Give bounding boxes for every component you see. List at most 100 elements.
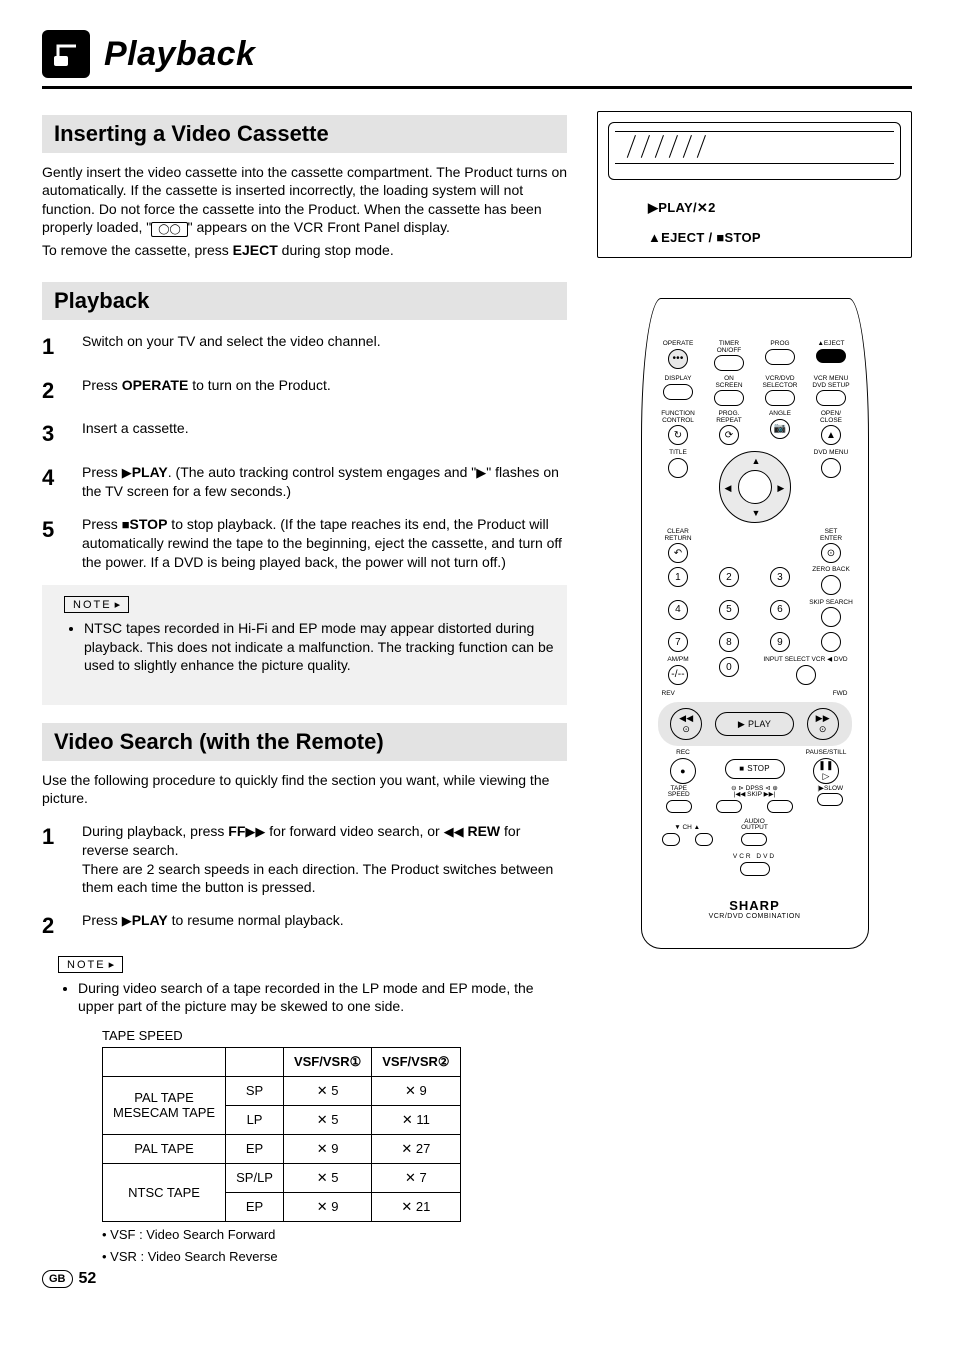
title-label: TITLE <box>656 450 701 457</box>
inserting-cassette-paragraph: Gently insert the video cassette into th… <box>42 163 567 237</box>
eject-label: EJECT <box>233 242 278 258</box>
set-enter-button: ⊙ <box>821 543 841 563</box>
table-cell: SP <box>226 1076 284 1105</box>
tape-speed-button <box>666 800 692 813</box>
ch-up-button <box>695 833 713 846</box>
table-cell: NTSC TAPE <box>103 1163 226 1221</box>
digit-0-button: 0 <box>719 657 739 677</box>
tape-speed-label: TAPE SPEED <box>656 786 703 799</box>
fwd-button: ▶▶⊙ <box>807 708 839 740</box>
video-search-steps: 1 During playback, press FF▶▶ for forwar… <box>42 822 567 941</box>
input-select-button <box>796 665 816 685</box>
table-title: TAPE SPEED <box>102 1028 567 1043</box>
up-arrow-icon: ▲ <box>752 456 761 466</box>
play-icon: ▶ <box>122 465 132 480</box>
stop-icon: ■ <box>122 517 130 532</box>
note-label: NOTE <box>64 596 129 613</box>
page-footer: GB 52 <box>42 1270 912 1288</box>
play-button: ▶PLAY <box>715 712 794 736</box>
region-badge: GB <box>42 1270 73 1288</box>
eject-label: ▲EJECT <box>809 341 854 348</box>
text: " appears on the VCR Front Panel display… <box>188 219 450 235</box>
rec-label: REC <box>656 750 711 757</box>
skip-search-button <box>821 607 841 627</box>
ch-label: ▼ CH ▲ <box>656 825 719 832</box>
rec-button: ● <box>670 758 696 784</box>
table-cell: PAL TAPE MESECAM TAPE <box>103 1076 226 1134</box>
angle-button: 📷 <box>770 419 790 439</box>
audio-output-label: AUDIO OUTPUT <box>723 819 786 832</box>
vcr-shell-icon <box>608 122 901 180</box>
digit-1-button: 1 <box>668 567 688 587</box>
step-text: Press ■STOP to stop playback. (If the ta… <box>82 515 567 572</box>
func-label: FUNCTION CONTROL <box>656 411 701 424</box>
step-text: Press ▶PLAY. (The auto tracking control … <box>82 463 567 501</box>
table-header <box>226 1047 284 1076</box>
table-cell: ✕ 9 <box>283 1192 371 1221</box>
step-number: 5 <box>42 515 72 572</box>
text: during stop mode. <box>278 242 394 258</box>
repeat-button: ⟳ <box>719 425 739 445</box>
vcr-dvd-label: VCR DVD <box>656 854 854 861</box>
step-text: Insert a cassette. <box>82 419 567 449</box>
eject-icon: ▲ <box>648 230 661 245</box>
step-text: Press ▶PLAY to resume normal playback. <box>82 911 567 941</box>
left-arrow-icon: ◀ <box>725 483 732 494</box>
play-icon: ▶ <box>476 465 486 480</box>
title-button <box>668 458 688 478</box>
step-number: 2 <box>42 376 72 406</box>
rev-label: REV <box>662 691 675 698</box>
cassette-icon: ◯◯ <box>151 222 187 237</box>
note-bullet: NTSC tapes recorded in Hi-Fi and EP mode… <box>84 619 555 674</box>
dpad: ▲ ▼ ◀ ▶ <box>719 451 791 523</box>
legend-vsr: VSR : Video Search Reverse <box>102 1248 567 1266</box>
table-cell: ✕ 21 <box>372 1192 460 1221</box>
openclose-label: OPEN/ CLOSE <box>809 411 854 424</box>
vcr-dvd-switch <box>740 862 770 876</box>
table-header: VSF/VSR② <box>372 1047 460 1076</box>
rew-icon: ◀◀ <box>444 824 464 839</box>
step-text: Press OPERATE to turn on the Product. <box>82 376 567 406</box>
section-inserting-cassette-title: Inserting a Video Cassette <box>42 115 567 153</box>
remote-control-diagram: OPERATE••• TIMER ON/OFF PROG ▲EJECT DISP… <box>641 298 869 949</box>
display-button <box>663 384 693 400</box>
slow-button <box>817 793 843 806</box>
func-button: ↻ <box>668 425 688 445</box>
digit-4-button: 4 <box>668 600 688 620</box>
left-column: Inserting a Video Cassette Gently insert… <box>42 111 567 1266</box>
prog-label: PROG <box>758 341 803 348</box>
onscreen-label: ON SCREEN <box>707 376 752 389</box>
device-play-label: ▶PLAY/✕2 <box>648 200 901 216</box>
skip-fwd-button <box>767 800 793 813</box>
digit-2-button: 2 <box>719 567 739 587</box>
zero-back-label: ZERO BACK <box>809 567 854 574</box>
audio-output-button <box>741 833 767 846</box>
angle-label: ANGLE <box>758 411 803 418</box>
eject-button <box>816 349 846 363</box>
table-cell: ✕ 11 <box>372 1105 460 1134</box>
right-column: ▶PLAY/✕2 ▲EJECT / ■STOP OPERATE••• TIMER… <box>597 111 912 1266</box>
page-number: 52 <box>79 1270 97 1288</box>
table-cell: ✕ 5 <box>283 1076 371 1105</box>
pause-button: ❚❚ ▷ <box>813 758 839 784</box>
display-label: DISPLAY <box>656 376 701 383</box>
playback-steps: 1 Switch on your TV and select the video… <box>42 332 567 572</box>
digit-8-button: 8 <box>719 632 739 652</box>
right-arrow-icon: ▶ <box>777 483 784 494</box>
fwd-label: FWD <box>833 691 848 698</box>
table-cell: EP <box>226 1134 284 1163</box>
dvdmenu-button <box>821 458 841 478</box>
digit-3-button: 3 <box>770 567 790 587</box>
playback-note-block: NOTE NTSC tapes recorded in Hi-Fi and EP… <box>42 585 567 704</box>
dpss-skip-label: ⊖ ⊳ DPSS ⊲ ⊕ |◀◀ SKIP ▶▶| <box>706 786 803 799</box>
digit-6-button: 6 <box>770 600 790 620</box>
step-number: 1 <box>42 332 72 362</box>
timer-label: TIMER ON/OFF <box>707 341 752 354</box>
blank-button <box>821 632 841 652</box>
table-cell: SP/LP <box>226 1163 284 1192</box>
repeat-label: PROG. REPEAT <box>707 411 752 424</box>
selector-button <box>765 390 795 406</box>
digit-5-button: 5 <box>719 600 739 620</box>
legend-vsf: VSF : Video Search Forward <box>102 1226 567 1244</box>
table-cell: ✕ 7 <box>372 1163 460 1192</box>
